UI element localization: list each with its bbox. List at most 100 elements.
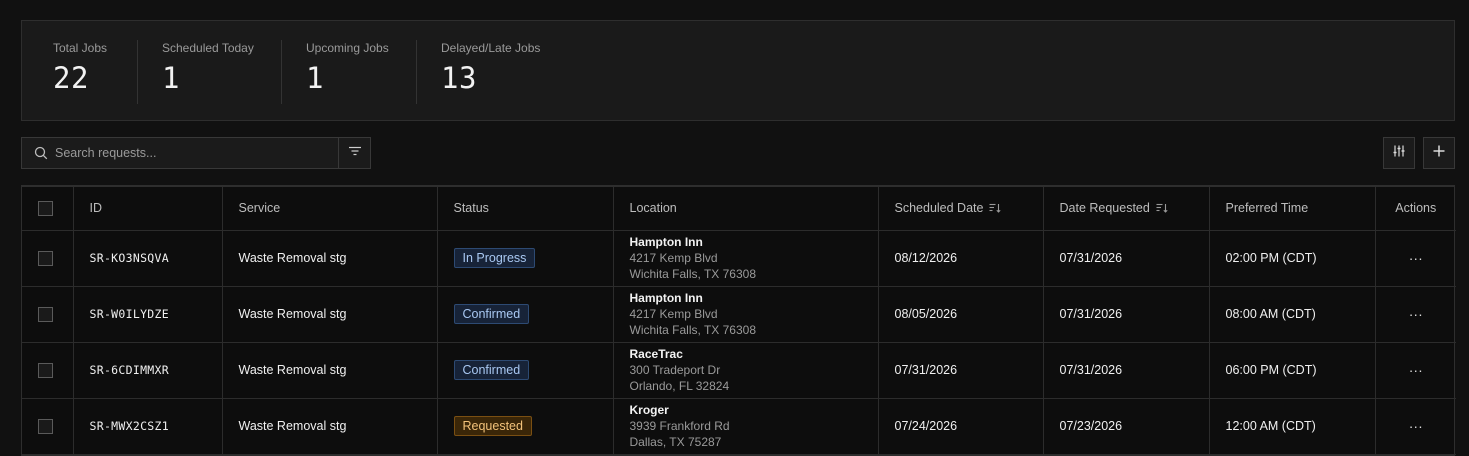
request-id[interactable]: SR-W0ILYDZE (73, 286, 223, 343)
row-checkbox[interactable] (38, 250, 53, 266)
stat-label: Total Jobs (53, 41, 108, 55)
sort-icon[interactable] (1156, 202, 1168, 216)
more-horizontal-icon[interactable]: ··· (1409, 362, 1423, 378)
row-checkbox[interactable] (38, 306, 53, 322)
add-request-button[interactable] (1423, 137, 1455, 169)
header-select-cell (22, 187, 74, 231)
location-cell: Kroger 3939 Frankford Rd Dallas, TX 7528… (613, 398, 879, 455)
location-name: Hampton Inn (629, 234, 703, 249)
stat-label: Scheduled Today (162, 41, 254, 55)
table-row[interactable]: SR-6CDIMMXR Waste Removal stg Confirmed … (22, 342, 1456, 399)
filter-button[interactable] (338, 138, 370, 168)
header-label: Date Requested (1059, 200, 1150, 215)
location-cell: RaceTrac 300 Tradeport Dr Orlando, FL 32… (613, 342, 879, 399)
header-preferred-time[interactable]: Preferred Time (1209, 187, 1376, 231)
sort-icon[interactable] (989, 202, 1002, 216)
header-location[interactable]: Location (613, 187, 879, 231)
stat-scheduled-today: Scheduled Today 1 (138, 40, 282, 104)
search-icon (34, 146, 48, 160)
actions-cell: ··· (1375, 230, 1456, 287)
request-id[interactable]: SR-6CDIMMXR (73, 342, 223, 399)
date-requested: 07/31/2026 (1043, 286, 1210, 343)
row-select-cell (22, 342, 74, 399)
stat-delayed-jobs: Delayed/Late Jobs 13 (417, 40, 617, 104)
status-badge: Confirmed (453, 360, 530, 380)
more-horizontal-icon[interactable]: ··· (1409, 418, 1423, 434)
status-cell: In Progress (437, 230, 614, 287)
scheduled-date: 08/05/2026 (878, 286, 1044, 343)
header-actions: Actions (1375, 187, 1456, 231)
stat-label: Delayed/Late Jobs (441, 41, 541, 55)
stat-label: Upcoming Jobs (306, 41, 389, 55)
request-id[interactable]: SR-MWX2CSZ1 (73, 398, 223, 455)
stat-value: 1 (162, 61, 180, 95)
stats-panel: Total Jobs 22 Scheduled Today 1 Upcoming… (21, 20, 1455, 121)
row-checkbox[interactable] (38, 362, 53, 378)
table-row[interactable]: SR-KO3NSQVA Waste Removal stg In Progres… (22, 230, 1456, 287)
header-date-requested[interactable]: Date Requested (1043, 187, 1210, 231)
row-select-cell (22, 398, 74, 455)
header-label: Scheduled Date (894, 200, 984, 215)
location-city: Orlando, FL 32824 (629, 378, 730, 393)
status-badge: Requested (453, 416, 532, 436)
stat-value: 13 (441, 61, 477, 95)
location-address: 300 Tradeport Dr (629, 362, 721, 377)
status-badge: In Progress (453, 248, 536, 268)
header-service[interactable]: Service (222, 187, 438, 231)
actions-cell: ··· (1375, 286, 1456, 343)
actions-cell: ··· (1375, 398, 1456, 455)
stat-value: 22 (53, 61, 89, 95)
request-id[interactable]: SR-KO3NSQVA (73, 230, 223, 287)
table-row[interactable]: SR-W0ILYDZE Waste Removal stg Confirmed … (22, 286, 1456, 343)
service-name: Waste Removal stg (222, 286, 438, 343)
header-scheduled-date[interactable]: Scheduled Date (878, 187, 1044, 231)
preferred-time: 06:00 PM (CDT) (1209, 342, 1376, 399)
scheduled-date: 08/12/2026 (878, 230, 1044, 287)
location-city: Wichita Falls, TX 76308 (629, 322, 757, 337)
location-name: Hampton Inn (629, 290, 703, 305)
actions-cell: ··· (1375, 342, 1456, 399)
date-requested: 07/23/2026 (1043, 398, 1210, 455)
location-city: Wichita Falls, TX 76308 (629, 266, 757, 281)
location-cell: Hampton Inn 4217 Kemp Blvd Wichita Falls… (613, 286, 879, 343)
service-name: Waste Removal stg (222, 398, 438, 455)
requests-table: ID Service Status Location Scheduled Dat… (21, 185, 1456, 456)
column-settings-button[interactable] (1383, 137, 1415, 169)
preferred-time: 02:00 PM (CDT) (1209, 230, 1376, 287)
service-name: Waste Removal stg (222, 230, 438, 287)
filter-icon (348, 144, 362, 162)
plus-icon (1432, 144, 1446, 163)
more-horizontal-icon[interactable]: ··· (1409, 306, 1423, 322)
header-id[interactable]: ID (73, 187, 223, 231)
status-cell: Confirmed (437, 342, 614, 399)
location-city: Dallas, TX 75287 (629, 434, 722, 449)
search-input[interactable] (55, 138, 338, 168)
service-name: Waste Removal stg (222, 342, 438, 399)
date-requested: 07/31/2026 (1043, 342, 1210, 399)
location-name: RaceTrac (629, 346, 683, 361)
row-select-cell (22, 230, 74, 287)
preferred-time: 12:00 AM (CDT) (1209, 398, 1376, 455)
date-requested: 07/31/2026 (1043, 230, 1210, 287)
location-cell: Hampton Inn 4217 Kemp Blvd Wichita Falls… (613, 230, 879, 287)
status-cell: Requested (437, 398, 614, 455)
location-address: 3939 Frankford Rd (629, 418, 730, 433)
location-name: Kroger (629, 402, 669, 417)
more-horizontal-icon[interactable]: ··· (1409, 250, 1423, 266)
row-select-cell (22, 286, 74, 343)
status-badge: Confirmed (453, 304, 530, 324)
stat-upcoming-jobs: Upcoming Jobs 1 (282, 40, 417, 104)
select-all-checkbox[interactable] (38, 200, 53, 216)
stat-total-jobs: Total Jobs 22 (22, 40, 138, 104)
scheduled-date: 07/31/2026 (878, 342, 1044, 399)
header-status[interactable]: Status (437, 187, 614, 231)
table-row[interactable]: SR-MWX2CSZ1 Waste Removal stg Requested … (22, 398, 1456, 455)
sliders-icon (1392, 144, 1406, 163)
location-address: 4217 Kemp Blvd (629, 250, 718, 265)
preferred-time: 08:00 AM (CDT) (1209, 286, 1376, 343)
location-address: 4217 Kemp Blvd (629, 306, 718, 321)
row-checkbox[interactable] (38, 418, 53, 434)
status-cell: Confirmed (437, 286, 614, 343)
scheduled-date: 07/24/2026 (878, 398, 1044, 455)
search-bar (21, 137, 371, 169)
